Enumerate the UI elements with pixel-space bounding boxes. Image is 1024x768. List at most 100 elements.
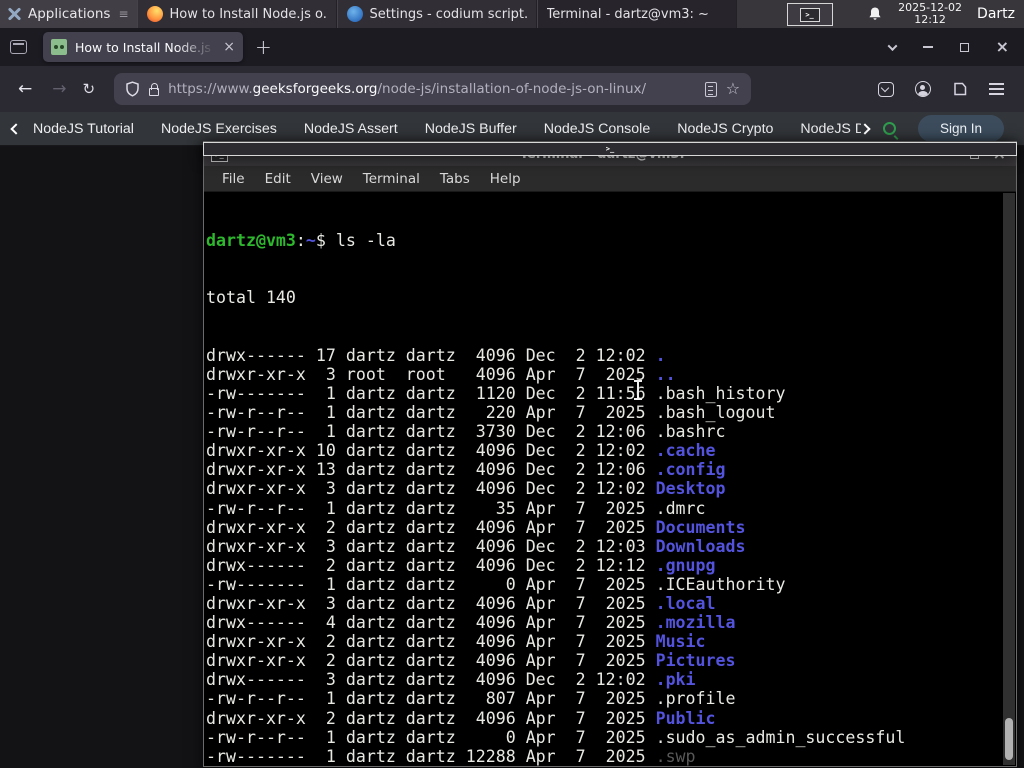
new-tab-button[interactable]: + <box>243 35 284 59</box>
terminal-menu-file[interactable]: File <box>212 168 255 190</box>
prompt-path: ~ <box>305 231 316 251</box>
reload-button[interactable]: ↻ <box>77 80 105 98</box>
browser-tab[interactable]: How to Install Node.js on × <box>43 32 243 62</box>
close-button[interactable]: × <box>996 39 1009 55</box>
file-name: .config <box>655 460 726 480</box>
firefox-icon <box>146 6 163 22</box>
terminal-output-line: drwxr-xr-x 3 dartz dartz 4096 Dec 2 12:0… <box>206 479 1016 498</box>
site-nav-link[interactable]: NodeJS Buffer <box>425 121 517 137</box>
file-name: .bash_history <box>655 383 786 403</box>
terminal-prompt-line: dartz@vm3:~$ ls -la <box>206 231 396 251</box>
file-name: .local <box>655 593 716 613</box>
maximize-button[interactable] <box>959 42 969 52</box>
text-cursor <box>634 380 642 400</box>
url-text[interactable]: https://www.geeksforgeeks.org/node-js/in… <box>168 81 646 97</box>
file-name: .ICEauthority <box>655 574 786 594</box>
terminal-output-line: drwxr-xr-x 2 dartz dartz 4096 Apr 7 2025… <box>206 632 1016 651</box>
lock-icon[interactable] <box>149 82 160 96</box>
search-icon[interactable] <box>882 122 896 135</box>
terminal-output-line: drwx------ 4 dartz dartz 4096 Apr 7 2025… <box>206 613 1016 632</box>
file-attributes: drwx------ 3 dartz dartz 4096 Dec 2 12:0… <box>206 670 656 690</box>
file-attributes: drwx------ 4 dartz dartz 4096 Apr 7 2025 <box>206 613 656 633</box>
file-name: .pki <box>655 670 696 690</box>
file-attributes: -rw------- 1 dartz dartz 0 Apr 7 2025 <box>206 574 656 594</box>
site-nav-link[interactable]: NodeJS Crypto <box>677 121 773 137</box>
nav-scroll-right-icon[interactable] <box>859 122 871 135</box>
terminal-menu-tabs[interactable]: Tabs <box>430 168 480 190</box>
terminal-output-line: -rw-r--r-- 1 dartz dartz 3730 Dec 2 12:0… <box>206 422 1016 441</box>
user-menu[interactable]: Dartz <box>977 6 1015 22</box>
pocket-icon[interactable] <box>878 81 894 97</box>
notification-bell-icon[interactable] <box>867 6 883 22</box>
terminal-scrollbar[interactable] <box>1003 193 1015 765</box>
account-icon[interactable] <box>915 81 931 97</box>
site-nav-link[interactable]: NodeJS Assert <box>304 121 398 137</box>
file-name: .swp <box>655 746 696 766</box>
terminal-thumbnail-icon: >_ <box>799 7 820 22</box>
forward-button[interactable]: → <box>42 79 76 99</box>
file-attributes: drwxr-xr-x 3 dartz dartz 4096 Dec 2 12:0… <box>206 536 656 556</box>
terminal-output-line: drwxr-xr-x 3 root root 4096 Apr 7 2025 .… <box>206 365 1016 384</box>
taskbar-button-title: Settings - codium script... <box>369 6 527 22</box>
file-attributes: drwxr-xr-x 2 dartz dartz 4096 Apr 7 2025 <box>206 517 656 537</box>
file-name: .bashrc <box>655 422 726 442</box>
menu-hamburger-icon[interactable] <box>989 83 1004 95</box>
back-button[interactable]: ← <box>8 79 42 99</box>
file-attributes: -rw-r--r-- 1 dartz dartz 0 Apr 7 2025 <box>206 727 656 747</box>
file-attributes: -rw-r--r-- 1 dartz dartz 35 Apr 7 2025 <box>206 498 656 518</box>
file-name: Music <box>655 632 706 652</box>
terminal-output-line: drwxr-xr-x 2 dartz dartz 4096 Apr 7 2025… <box>206 651 1016 670</box>
applications-icon <box>6 6 22 22</box>
terminal-menu-edit[interactable]: Edit <box>255 168 301 190</box>
terminal-output-line: drwx------ 2 dartz dartz 4096 Dec 2 12:1… <box>206 556 1016 575</box>
applications-menu-button[interactable]: Applications ≡ <box>0 0 137 28</box>
site-nav-link[interactable]: NodeJS DNS <box>800 121 861 137</box>
file-name: .profile <box>655 689 736 709</box>
terminal-menu-terminal[interactable]: Terminal <box>353 168 430 190</box>
file-attributes: drwxr-xr-x 13 dartz dartz 4096 Dec 2 12:… <box>206 460 656 480</box>
minimize-button[interactable] <box>922 46 933 48</box>
file-attributes: drwxr-xr-x 2 dartz dartz 4096 Apr 7 2025 <box>206 632 656 652</box>
terminal-menu-help[interactable]: Help <box>480 168 531 190</box>
file-name: Public <box>655 708 716 728</box>
reader-mode-icon[interactable] <box>704 81 717 97</box>
file-attributes: drwxr-xr-x 3 dartz dartz 4096 Dec 2 12:0… <box>206 479 656 499</box>
tracking-protection-shield-icon[interactable] <box>125 81 140 97</box>
file-name: Desktop <box>655 479 726 499</box>
terminal-output[interactable]: dartz@vm3:~$ ls -la total 140 drwx------… <box>204 192 1016 766</box>
file-attributes: drwxr-xr-x 3 root root 4096 Apr 7 2025 <box>206 364 656 384</box>
site-nav-link[interactable]: NodeJS Console <box>544 121 650 137</box>
taskbar-button[interactable]: >_ Terminal - dartz@vm3: ~ <box>203 0 1017 156</box>
file-name: Documents <box>655 517 746 537</box>
file-name: . <box>655 345 666 365</box>
terminal-window: >_ Terminal - dartz@vm3: ~ × FileEditVie… <box>203 141 1017 767</box>
bookmark-star-icon[interactable]: ☆ <box>726 81 740 97</box>
sign-in-button[interactable]: Sign In <box>917 115 1004 142</box>
terminal-output-line: drwxr-xr-x 2 dartz dartz 4096 Apr 7 2025… <box>206 709 1016 728</box>
site-nav-link[interactable]: NodeJS Exercises <box>161 121 277 137</box>
extensions-icon[interactable] <box>952 81 968 97</box>
file-attributes: -rw-r--r-- 1 dartz dartz 807 Apr 7 2025 <box>206 689 656 709</box>
workspace-pager[interactable]: >_ <box>786 2 833 26</box>
terminal-output-line: -rw------- 1 dartz dartz 12288 Apr 7 202… <box>206 747 1016 766</box>
taskbar-button[interactable]: Settings - codium script... <box>336 0 537 28</box>
tab-bar: How to Install Node.js on × + × <box>0 28 1024 66</box>
tab-close-button[interactable]: × <box>223 40 235 54</box>
terminal-output-line: -rw------- 1 dartz dartz 1120 Dec 2 11:5… <box>206 384 1016 403</box>
file-attributes: -rw-r--r-- 1 dartz dartz 3730 Dec 2 12:0… <box>206 422 656 442</box>
menu-lines-icon: ≡ <box>118 7 129 21</box>
window-controls: × <box>887 39 1024 55</box>
terminal-total-line: total 140 <box>206 288 296 308</box>
terminal-scrollbar-thumb[interactable] <box>1005 718 1013 760</box>
firefox-view-icon[interactable] <box>10 40 27 54</box>
file-name: .gnupg <box>655 555 716 575</box>
list-all-tabs-chevron-icon[interactable] <box>887 40 898 51</box>
nav-scroll-left-icon[interactable] <box>10 122 22 135</box>
file-attributes: -rw------- 1 dartz dartz 12288 Apr 7 202… <box>206 746 656 766</box>
taskbar-button[interactable]: How to Install Node.js o... <box>136 0 337 28</box>
file-name: .. <box>655 364 676 384</box>
terminal-menu-view[interactable]: View <box>301 168 353 190</box>
url-bar[interactable]: https://www.geeksforgeeks.org/node-js/in… <box>114 73 752 105</box>
site-nav-link[interactable]: NodeJS Tutorial <box>33 121 134 137</box>
clock[interactable]: 2025-12-02 12:12 <box>898 1 962 27</box>
